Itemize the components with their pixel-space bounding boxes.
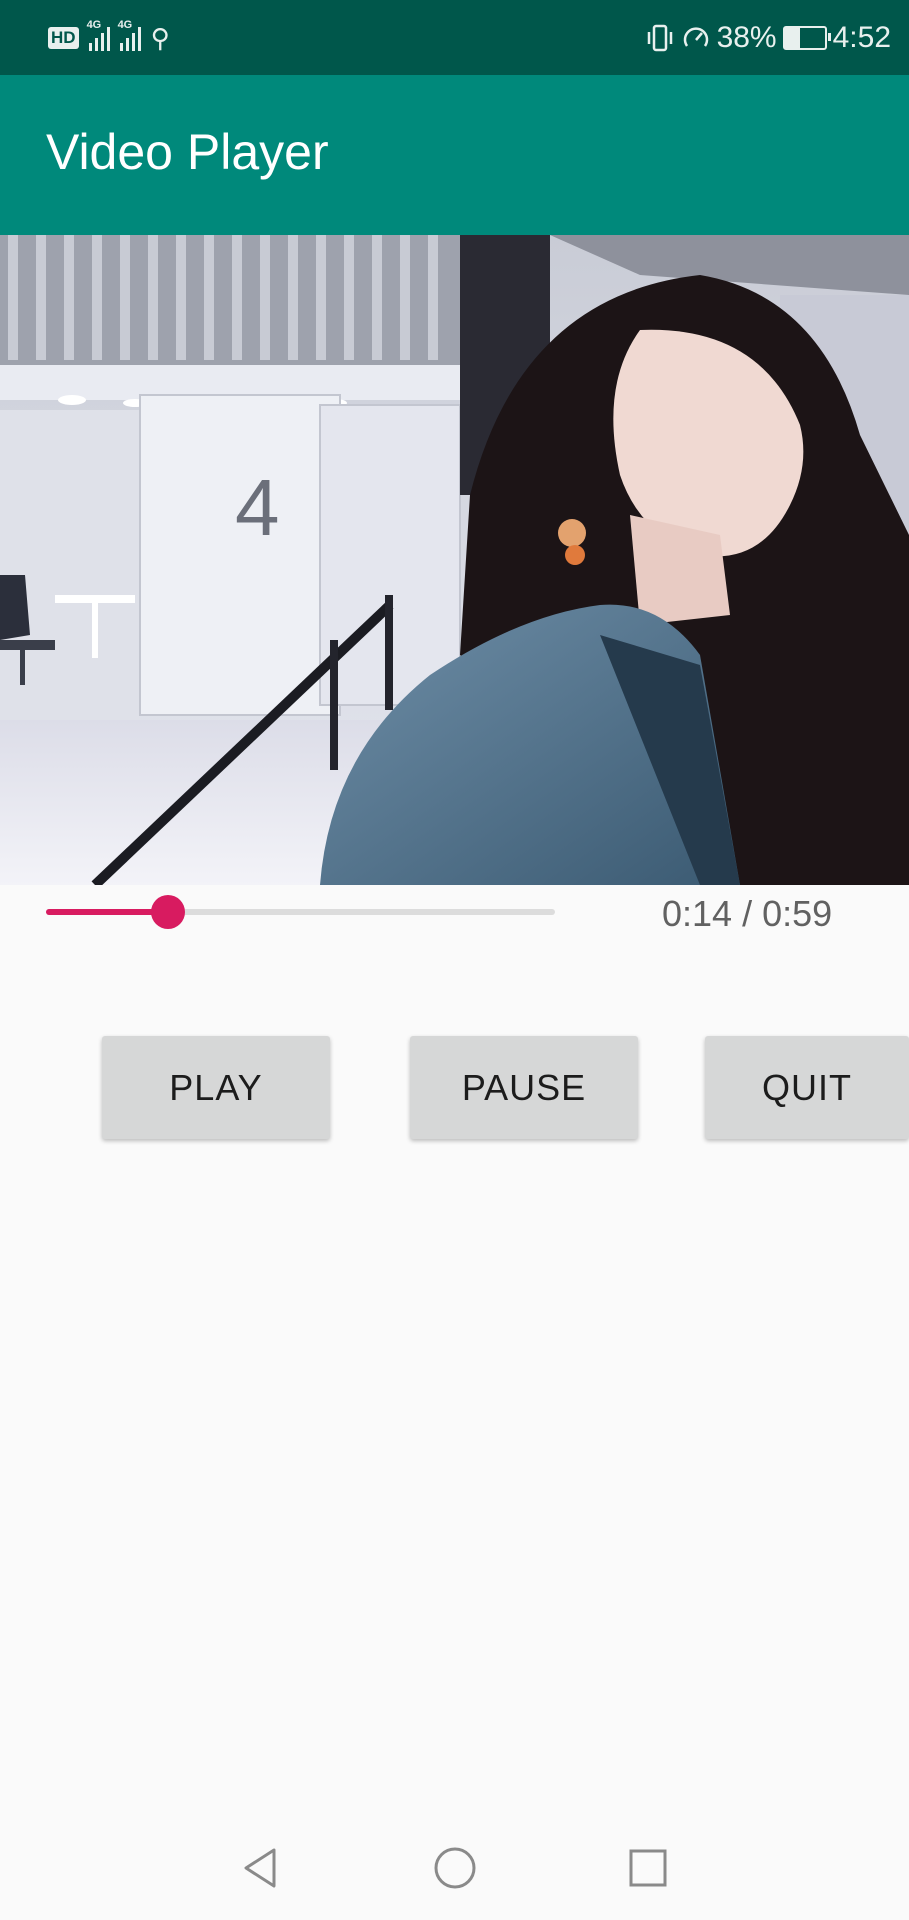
quit-button[interactable]: QUIT	[705, 1036, 909, 1139]
battery-percent: 38%	[716, 21, 777, 54]
home-icon[interactable]	[427, 1840, 483, 1896]
vibrate-icon	[647, 24, 672, 52]
video-frame-image: 4	[0, 235, 909, 885]
svg-text:4: 4	[235, 463, 280, 552]
video-view[interactable]: 4	[0, 235, 909, 885]
battery-charging-icon	[782, 26, 831, 50]
signal-icon-2: 4G	[118, 19, 141, 51]
status-right-icons: 38% 4:52	[645, 20, 891, 56]
status-left-icons: HD 4G 4G ⚲	[48, 19, 170, 56]
page-title: Video Player	[46, 124, 329, 180]
playback-progress: 0:14 / 0:59	[0, 885, 909, 945]
system-navigation-bar	[0, 1815, 909, 1920]
status-bar: HD 4G 4G ⚲ 38% 4:52	[0, 0, 909, 75]
usb-icon: ⚲	[150, 22, 170, 53]
seekbar-progress	[46, 909, 168, 915]
play-button[interactable]: PLAY	[102, 1036, 330, 1139]
time-display: 0:14 / 0:59	[662, 893, 833, 934]
signal-icon-1: 4G	[87, 19, 110, 51]
data-saver-icon	[683, 27, 708, 47]
clock: 4:52	[832, 21, 891, 54]
seekbar-thumb[interactable]	[151, 895, 185, 929]
back-icon[interactable]	[232, 1840, 288, 1896]
app-toolbar: Video Player	[0, 75, 909, 235]
hd-voice-icon: HD	[48, 27, 79, 49]
pause-button[interactable]: PAUSE	[410, 1036, 638, 1139]
recents-icon[interactable]	[620, 1840, 676, 1896]
